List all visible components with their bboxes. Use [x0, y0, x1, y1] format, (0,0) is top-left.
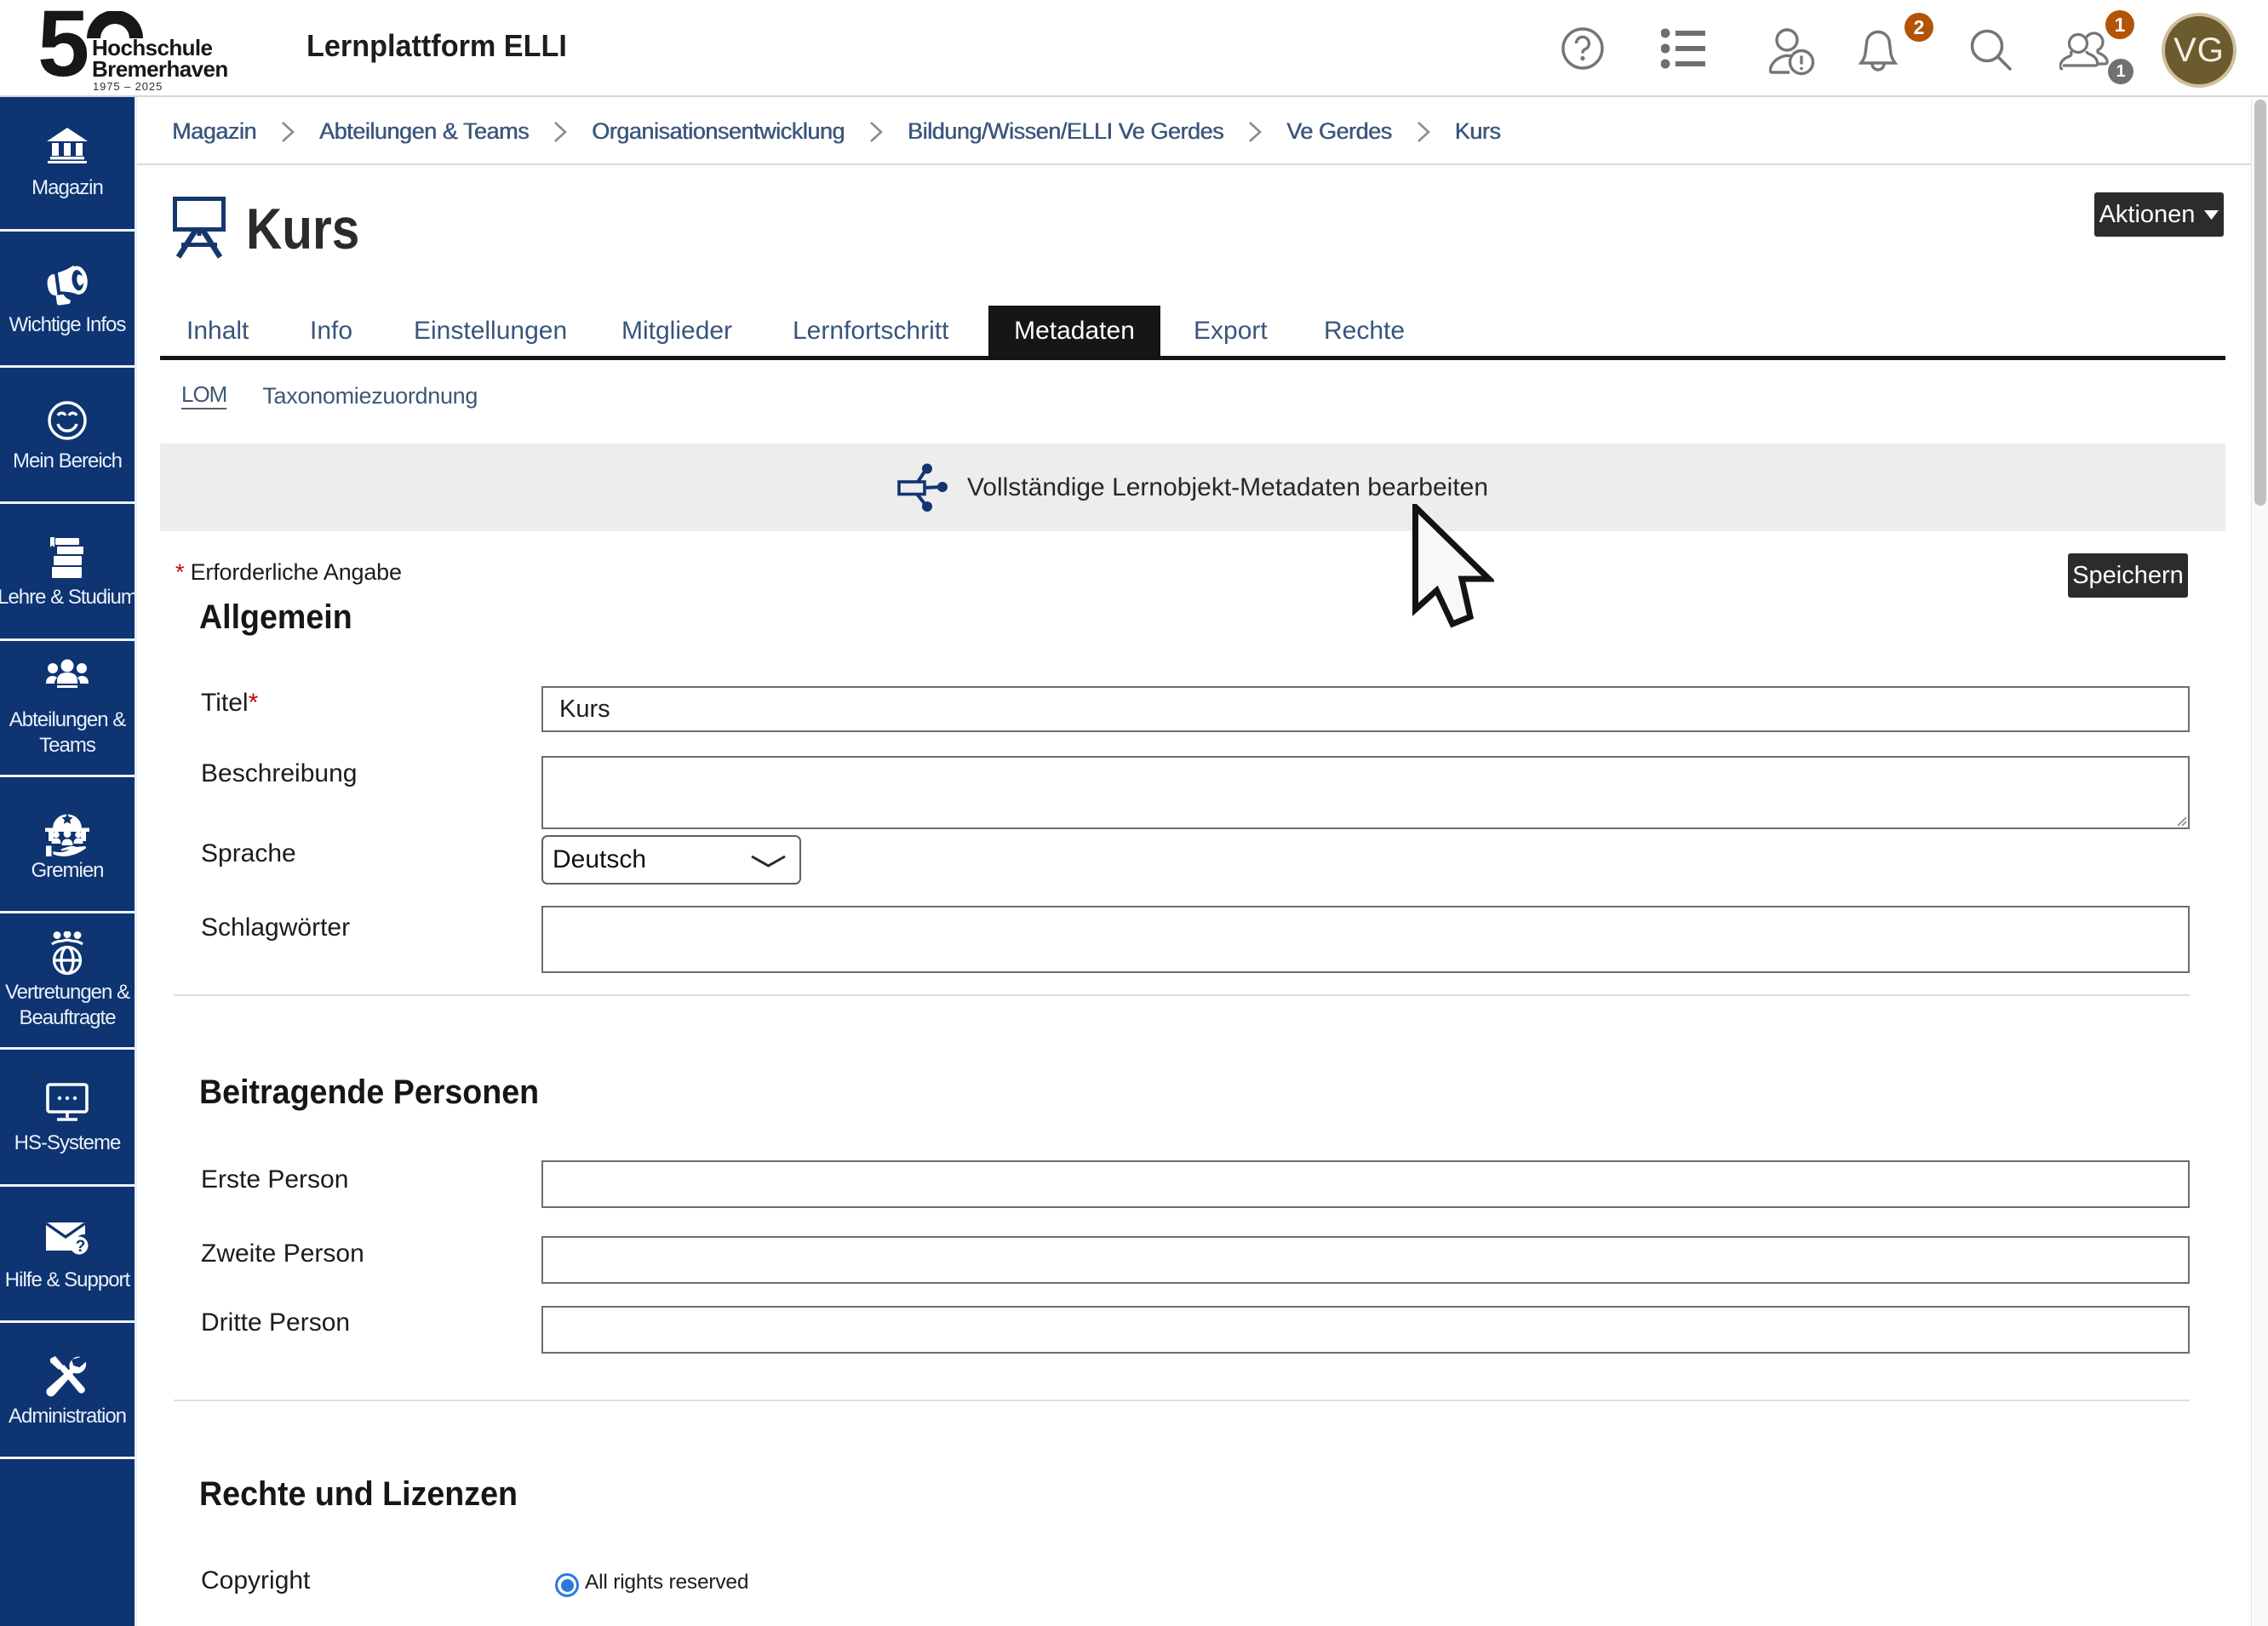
svg-text:?: ?: [76, 1238, 86, 1256]
